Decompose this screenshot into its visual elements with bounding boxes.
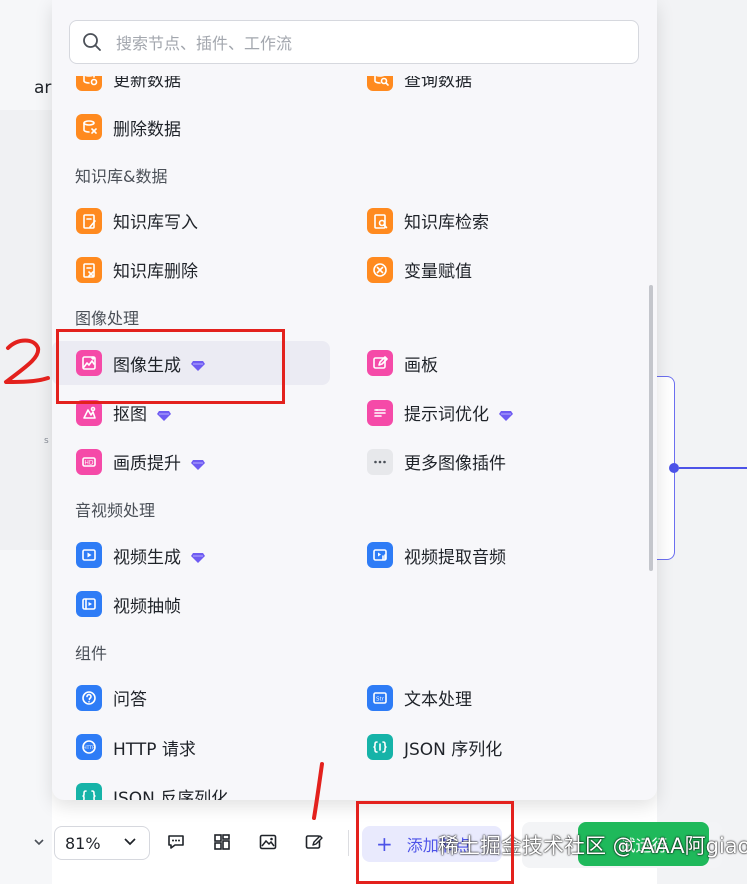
annotation-number-2 <box>4 338 50 384</box>
annotation-number-1 <box>312 762 324 820</box>
annotation-marks <box>4 338 324 820</box>
